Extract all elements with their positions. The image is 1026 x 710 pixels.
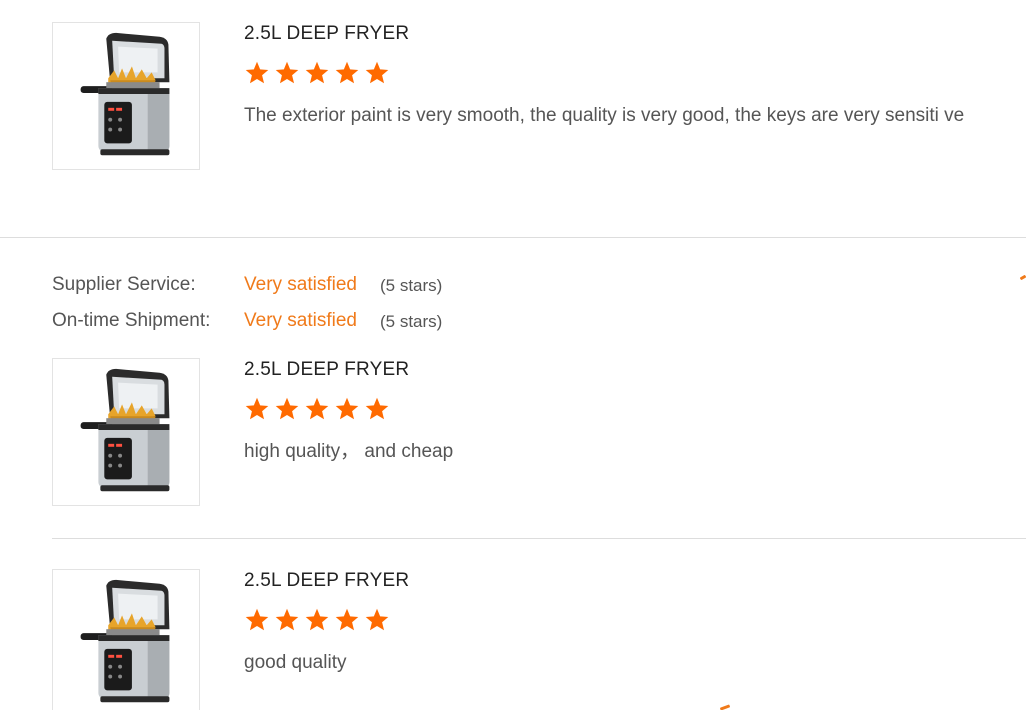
- star-icon: [274, 607, 300, 633]
- star-icon: [244, 396, 270, 422]
- section-divider: [0, 237, 1026, 238]
- star-icon: [334, 60, 360, 86]
- star-rating: [244, 607, 994, 633]
- rating-label: On-time Shipment:: [52, 310, 211, 331]
- rating-label: Supplier Service:: [52, 274, 196, 295]
- star-icon: [304, 396, 330, 422]
- edge-decoration: [719, 704, 731, 710]
- review-content: 2.5L DEEP FRYER good quality: [244, 569, 994, 676]
- review-comment: The exterior paint is very smooth, the q…: [244, 105, 965, 126]
- star-icon: [304, 60, 330, 86]
- star-icon: [334, 396, 360, 422]
- star-icon: [244, 607, 270, 633]
- rating-value: Very satisfied: [244, 310, 357, 331]
- product-title[interactable]: 2.5L DEEP FRYER: [244, 22, 994, 46]
- deep-fryer-icon[interactable]: [52, 358, 200, 506]
- rating-count: (5 stars): [380, 312, 443, 331]
- deep-fryer-icon[interactable]: [52, 22, 200, 170]
- star-icon: [334, 607, 360, 633]
- star-icon: [364, 396, 390, 422]
- star-icon: [274, 396, 300, 422]
- product-title[interactable]: 2.5L DEEP FRYER: [244, 569, 994, 593]
- star-icon: [244, 60, 270, 86]
- rating-value: Very satisfied: [244, 274, 357, 295]
- star-rating: [244, 396, 994, 422]
- deep-fryer-icon[interactable]: [52, 569, 200, 710]
- reviews-page: 2.5L DEEP FRYER The exterior paint is ve…: [0, 0, 1026, 710]
- review-comment: high quality， and cheap: [244, 441, 454, 462]
- star-icon: [364, 60, 390, 86]
- rating-count: (5 stars): [380, 276, 443, 295]
- edge-decoration: [1019, 274, 1026, 281]
- review-content: 2.5L DEEP FRYER The exterior paint is ve…: [244, 22, 994, 129]
- star-icon: [364, 607, 390, 633]
- review-divider: [52, 538, 1026, 539]
- star-rating: [244, 60, 994, 86]
- star-icon: [304, 607, 330, 633]
- product-title[interactable]: 2.5L DEEP FRYER: [244, 358, 994, 382]
- star-icon: [274, 60, 300, 86]
- review-content: 2.5L DEEP FRYER high quality， and cheap: [244, 358, 994, 465]
- review-comment: good quality: [244, 652, 347, 673]
